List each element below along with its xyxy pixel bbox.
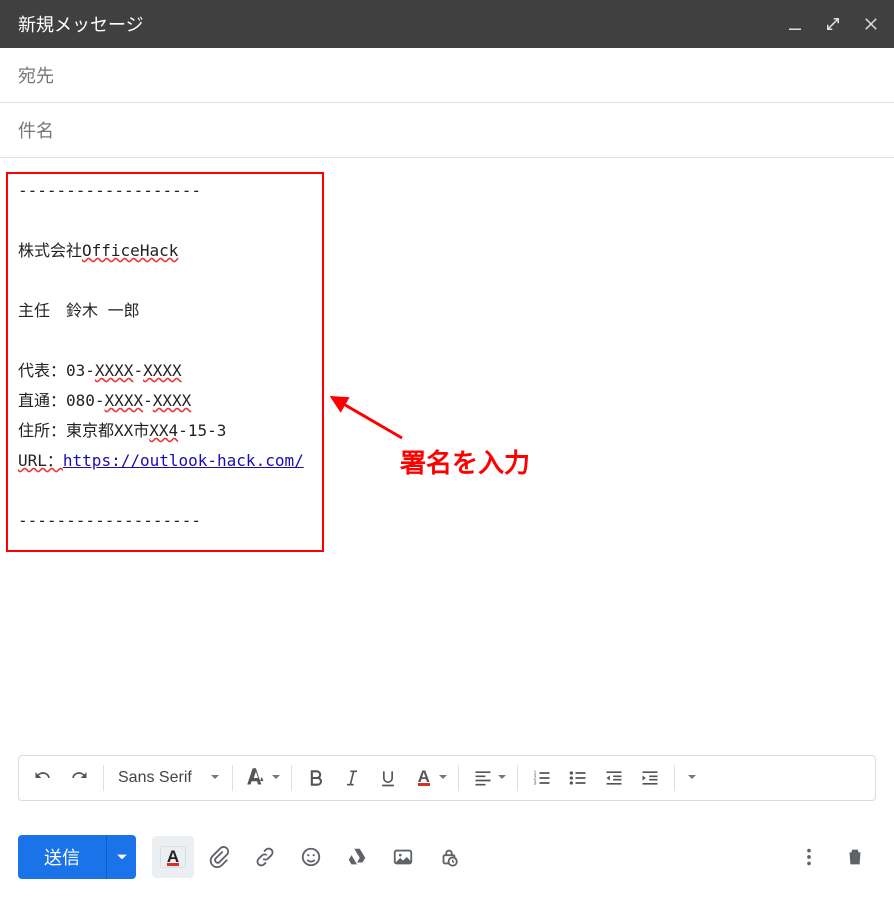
- compose-titlebar: 新規メッセージ: [0, 0, 894, 48]
- compose-action-bar: 送信 A: [0, 817, 894, 897]
- align-button[interactable]: [465, 760, 501, 796]
- attach-file-button[interactable]: [198, 836, 240, 878]
- chevron-down-icon[interactable]: [438, 769, 448, 787]
- toolbar-separator: [517, 765, 518, 791]
- more-options-button[interactable]: [788, 836, 830, 878]
- toolbar-separator: [232, 765, 233, 791]
- insert-emoji-button[interactable]: [290, 836, 332, 878]
- discard-draft-button[interactable]: [834, 836, 876, 878]
- send-group: 送信: [18, 835, 136, 879]
- toolbar-separator: [103, 765, 104, 791]
- sig-company: 株式会社OfficeHack: [18, 236, 876, 266]
- redo-button[interactable]: [61, 760, 97, 796]
- undo-button[interactable]: [25, 760, 61, 796]
- font-size-button[interactable]: [239, 760, 275, 796]
- sig-phone-rep: 代表：03-XXXX-XXXX: [18, 356, 876, 386]
- indent-more-button[interactable]: [632, 760, 668, 796]
- underline-button[interactable]: [370, 760, 406, 796]
- chevron-down-icon[interactable]: [497, 769, 507, 787]
- chevron-down-icon[interactable]: [271, 769, 281, 787]
- message-body[interactable]: ------------------- 株式会社OfficeHack 主任 鈴木…: [0, 158, 894, 740]
- bulleted-list-button[interactable]: [560, 760, 596, 796]
- font-name: Sans Serif: [118, 769, 192, 787]
- sig-role: 主任 鈴木 一郎: [18, 296, 876, 326]
- to-field[interactable]: 宛先: [0, 48, 894, 103]
- toolbar-separator: [458, 765, 459, 791]
- bold-button[interactable]: [298, 760, 334, 796]
- numbered-list-button[interactable]: 123: [524, 760, 560, 796]
- svg-text:3: 3: [533, 781, 536, 787]
- formatting-toolbar: Sans Serif A 123: [18, 755, 876, 801]
- chevron-down-icon: [210, 769, 220, 787]
- insert-drive-button[interactable]: [336, 836, 378, 878]
- toolbar-separator: [674, 765, 675, 791]
- sig-address: 住所：東京都XX市XX4-15-3: [18, 416, 876, 446]
- sig-divider-top: -------------------: [18, 176, 876, 206]
- send-button[interactable]: 送信: [18, 835, 106, 879]
- subject-field[interactable]: 件名: [0, 103, 894, 158]
- minimize-icon[interactable]: [786, 15, 804, 33]
- indent-less-button[interactable]: [596, 760, 632, 796]
- send-options-dropdown[interactable]: [106, 835, 136, 879]
- window-title: 新規メッセージ: [18, 11, 786, 37]
- font-family-picker[interactable]: Sans Serif: [110, 769, 226, 787]
- sig-phone-direct: 直通：080-XXXX-XXXX: [18, 386, 876, 416]
- formatting-toggle-button[interactable]: A: [152, 836, 194, 878]
- signature: ------------------- 株式会社OfficeHack 主任 鈴木…: [18, 176, 876, 536]
- italic-button[interactable]: [334, 760, 370, 796]
- fullscreen-icon[interactable]: [824, 15, 842, 33]
- annotation-label: 署名を入力: [400, 448, 530, 478]
- sig-divider-bottom: -------------------: [18, 506, 876, 536]
- more-formatting-chevron-icon[interactable]: [687, 769, 697, 787]
- insert-link-button[interactable]: [244, 836, 286, 878]
- toolbar-separator: [291, 765, 292, 791]
- sig-url-link[interactable]: https://outlook-hack.com/: [63, 451, 304, 470]
- close-icon[interactable]: [862, 15, 880, 33]
- text-color-button[interactable]: A: [406, 760, 442, 796]
- confidential-mode-button[interactable]: [428, 836, 470, 878]
- subject-placeholder: 件名: [18, 117, 54, 143]
- insert-photo-button[interactable]: [382, 836, 424, 878]
- to-placeholder: 宛先: [18, 62, 54, 88]
- window-controls: [786, 15, 880, 33]
